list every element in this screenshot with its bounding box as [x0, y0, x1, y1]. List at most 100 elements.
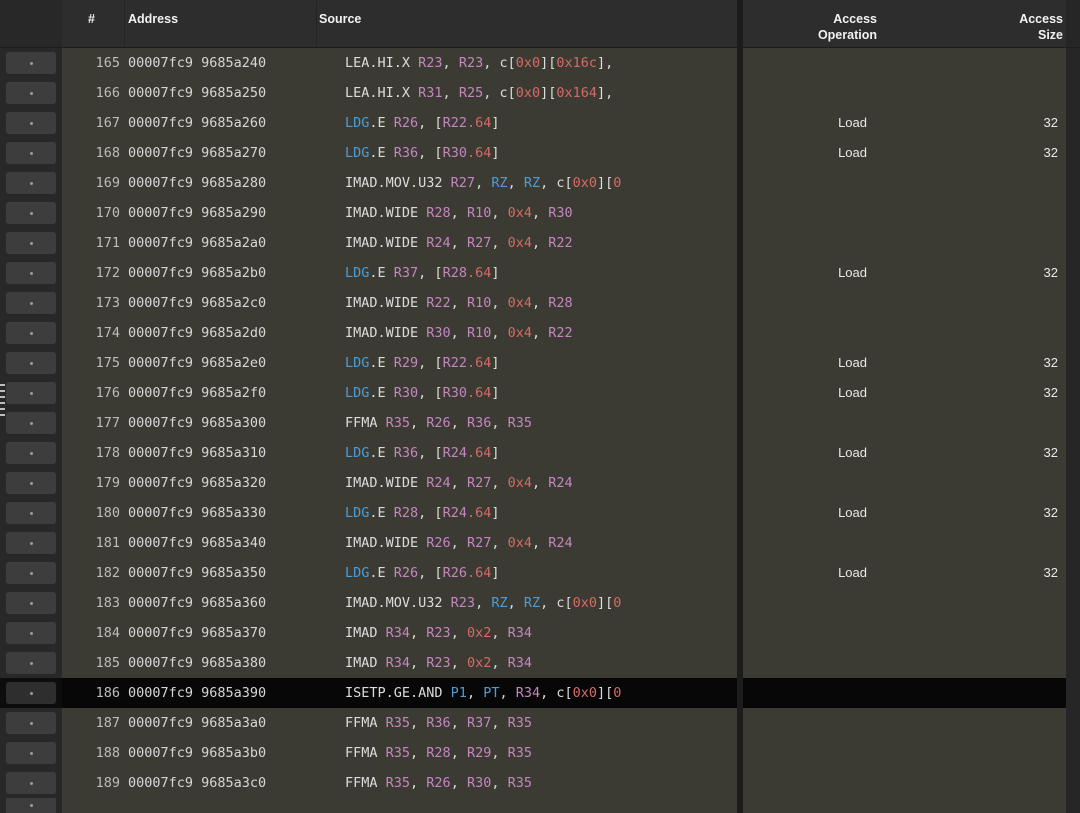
- scrollbar-track[interactable]: [1066, 588, 1080, 618]
- row-marker-button[interactable]: [6, 502, 56, 524]
- column-header-access-size[interactable]: Access Size: [880, 0, 1066, 47]
- scrollbar-track[interactable]: [1066, 768, 1080, 798]
- scrollbar-track[interactable]: [1066, 528, 1080, 558]
- table-row[interactable]: 176 00007fc9 9685a2f0 LDG.E R30, [R30.64…: [0, 378, 1080, 408]
- table-row[interactable]: 188 00007fc9 9685a3b0 FFMA R35, R28, R29…: [0, 738, 1080, 768]
- table-row[interactable]: 186 00007fc9 9685a390 ISETP.GE.AND P1, P…: [0, 678, 1080, 708]
- row-marker-button[interactable]: [6, 472, 56, 494]
- row-marker-button[interactable]: [6, 352, 56, 374]
- table-row[interactable]: 178 00007fc9 9685a310 LDG.E R36, [R24.64…: [0, 438, 1080, 468]
- scrollbar-track[interactable]: [1066, 738, 1080, 768]
- access-operation: Load: [743, 438, 880, 468]
- row-marker-button[interactable]: [6, 52, 56, 74]
- row-marker-button[interactable]: [6, 592, 56, 614]
- row-marker-button[interactable]: [6, 292, 56, 314]
- scrollbar-track[interactable]: [1066, 708, 1080, 738]
- row-marker-button[interactable]: [6, 772, 56, 794]
- row-marker-button[interactable]: [6, 652, 56, 674]
- scrollbar-track[interactable]: [1066, 378, 1080, 408]
- scrollbar-track[interactable]: [1066, 468, 1080, 498]
- table-row[interactable]: 169 00007fc9 9685a280 IMAD.MOV.U32 R27 , …: [0, 168, 1080, 198]
- table-row[interactable]: 183 00007fc9 9685a360 IMAD.MOV.U32 R23 , …: [0, 588, 1080, 618]
- table-row[interactable]: 173 00007fc9 9685a2c0 IMAD.WIDE R22, R10…: [0, 288, 1080, 318]
- row-marker-button[interactable]: [6, 712, 56, 734]
- column-header-source[interactable]: Source: [317, 0, 737, 47]
- scrollbar-track[interactable]: [1066, 348, 1080, 378]
- source-token: R30: [548, 205, 573, 221]
- row-marker-button[interactable]: [6, 322, 56, 344]
- instruction-source: IMAD.WIDE R28, R10, 0x4, R30: [317, 198, 737, 228]
- table-row[interactable]: 187 00007fc9 9685a3a0 FFMA R35, R36, R37…: [0, 708, 1080, 738]
- row-marker-button[interactable]: [6, 682, 56, 704]
- row-marker-button[interactable]: [6, 382, 56, 404]
- scrollbar-track[interactable]: [1066, 198, 1080, 228]
- scrollbar-track[interactable]: [1066, 678, 1080, 708]
- table-row[interactable]: 184 00007fc9 9685a370 IMAD R34, R23, 0x2…: [0, 618, 1080, 648]
- row-marker-button[interactable]: [6, 142, 56, 164]
- row-marker-button[interactable]: [6, 798, 56, 813]
- access-size: [880, 48, 1066, 78]
- table-row[interactable]: 189 00007fc9 9685a3c0 FFMA R35, R26, R30…: [0, 768, 1080, 798]
- table-row[interactable]: 182 00007fc9 9685a350 LDG.E R26, [R26.64…: [0, 558, 1080, 588]
- column-header-address[interactable]: Address: [125, 0, 317, 47]
- access-size: 32: [880, 438, 1066, 468]
- column-header-access-operation[interactable]: Access Operation: [743, 0, 880, 47]
- table-row[interactable]: 175 00007fc9 9685a2e0 LDG.E R29, [R22.64…: [0, 348, 1080, 378]
- table-row[interactable]: 171 00007fc9 9685a2a0 IMAD.WIDE R24, R27…: [0, 228, 1080, 258]
- scrollbar-track[interactable]: [1066, 0, 1080, 47]
- table-row[interactable]: 167 00007fc9 9685a260 LDG.E R26, [R22.64…: [0, 108, 1080, 138]
- row-marker-button[interactable]: [6, 562, 56, 584]
- scrollbar-track[interactable]: [1066, 108, 1080, 138]
- scrollbar-track[interactable]: [1066, 258, 1080, 288]
- table-row[interactable]: 185 00007fc9 9685a380 IMAD R34, R23, 0x2…: [0, 648, 1080, 678]
- row-marker-button[interactable]: [6, 622, 56, 644]
- scrollbar-track[interactable]: [1066, 498, 1080, 528]
- table-row[interactable]: 172 00007fc9 9685a2b0 LDG.E R37, [R28.64…: [0, 258, 1080, 288]
- scrollbar-track[interactable]: [1066, 228, 1080, 258]
- table-row[interactable]: 168 00007fc9 9685a270 LDG.E R36, [R30.64…: [0, 138, 1080, 168]
- row-marker-button[interactable]: [6, 742, 56, 764]
- table-row[interactable]: 174 00007fc9 9685a2d0 IMAD.WIDE R30, R10…: [0, 318, 1080, 348]
- row-marker-button[interactable]: [6, 532, 56, 554]
- row-marker-button[interactable]: [6, 172, 56, 194]
- row-gutter: [0, 108, 62, 138]
- table-row[interactable]: 181 00007fc9 9685a340 IMAD.WIDE R26, R27…: [0, 528, 1080, 558]
- scrollbar-track[interactable]: [1066, 288, 1080, 318]
- scrollbar-track[interactable]: [1066, 648, 1080, 678]
- table-row[interactable]: 165 00007fc9 9685a240 LEA.HI.X R23, R23,…: [0, 48, 1080, 78]
- table-row[interactable]: 177 00007fc9 9685a300 FFMA R35, R26, R36…: [0, 408, 1080, 438]
- pane-resize-handle[interactable]: [0, 384, 5, 418]
- marker-dot-icon: [29, 241, 33, 245]
- table-row[interactable]: 180 00007fc9 9685a330 LDG.E R28, [R24.64…: [0, 498, 1080, 528]
- scrollbar-track[interactable]: [1066, 78, 1080, 108]
- table-row[interactable]: 170 00007fc9 9685a290 IMAD.WIDE R28, R10…: [0, 198, 1080, 228]
- scrollbar-track[interactable]: [1066, 618, 1080, 648]
- row-marker-button[interactable]: [6, 232, 56, 254]
- row-marker-button[interactable]: [6, 82, 56, 104]
- scrollbar-track[interactable]: [1066, 168, 1080, 198]
- scrollbar-track[interactable]: [1066, 408, 1080, 438]
- source-token: .E: [369, 445, 394, 461]
- column-header-number[interactable]: #: [62, 0, 125, 47]
- row-marker-button[interactable]: [6, 262, 56, 284]
- source-token: .E: [369, 505, 394, 521]
- row-marker-button[interactable]: [6, 202, 56, 224]
- scrollbar-track[interactable]: [1066, 798, 1080, 813]
- scrollbar-track[interactable]: [1066, 438, 1080, 468]
- row-marker-button[interactable]: [6, 412, 56, 434]
- instruction-address: 00007fc9 9685a380: [125, 648, 317, 678]
- table-row[interactable]: 179 00007fc9 9685a320 IMAD.WIDE R24, R27…: [0, 468, 1080, 498]
- instruction-address: 00007fc9 9685a2c0: [125, 288, 317, 318]
- scrollbar-track[interactable]: [1066, 138, 1080, 168]
- scrollbar-track[interactable]: [1066, 318, 1080, 348]
- scrollbar-track[interactable]: [1066, 558, 1080, 588]
- scrollbar-track[interactable]: [1066, 48, 1080, 78]
- source-token: RZ: [491, 595, 508, 611]
- instruction-source: IMAD.WIDE R26, R27, 0x4, R24: [317, 528, 737, 558]
- row-marker-button[interactable]: [6, 442, 56, 464]
- source-token: ]: [491, 385, 500, 401]
- row-marker-button[interactable]: [6, 112, 56, 134]
- access-size: [880, 318, 1066, 348]
- source-token: , c[: [483, 55, 516, 71]
- table-row[interactable]: 166 00007fc9 9685a250 LEA.HI.X R31, R25,…: [0, 78, 1080, 108]
